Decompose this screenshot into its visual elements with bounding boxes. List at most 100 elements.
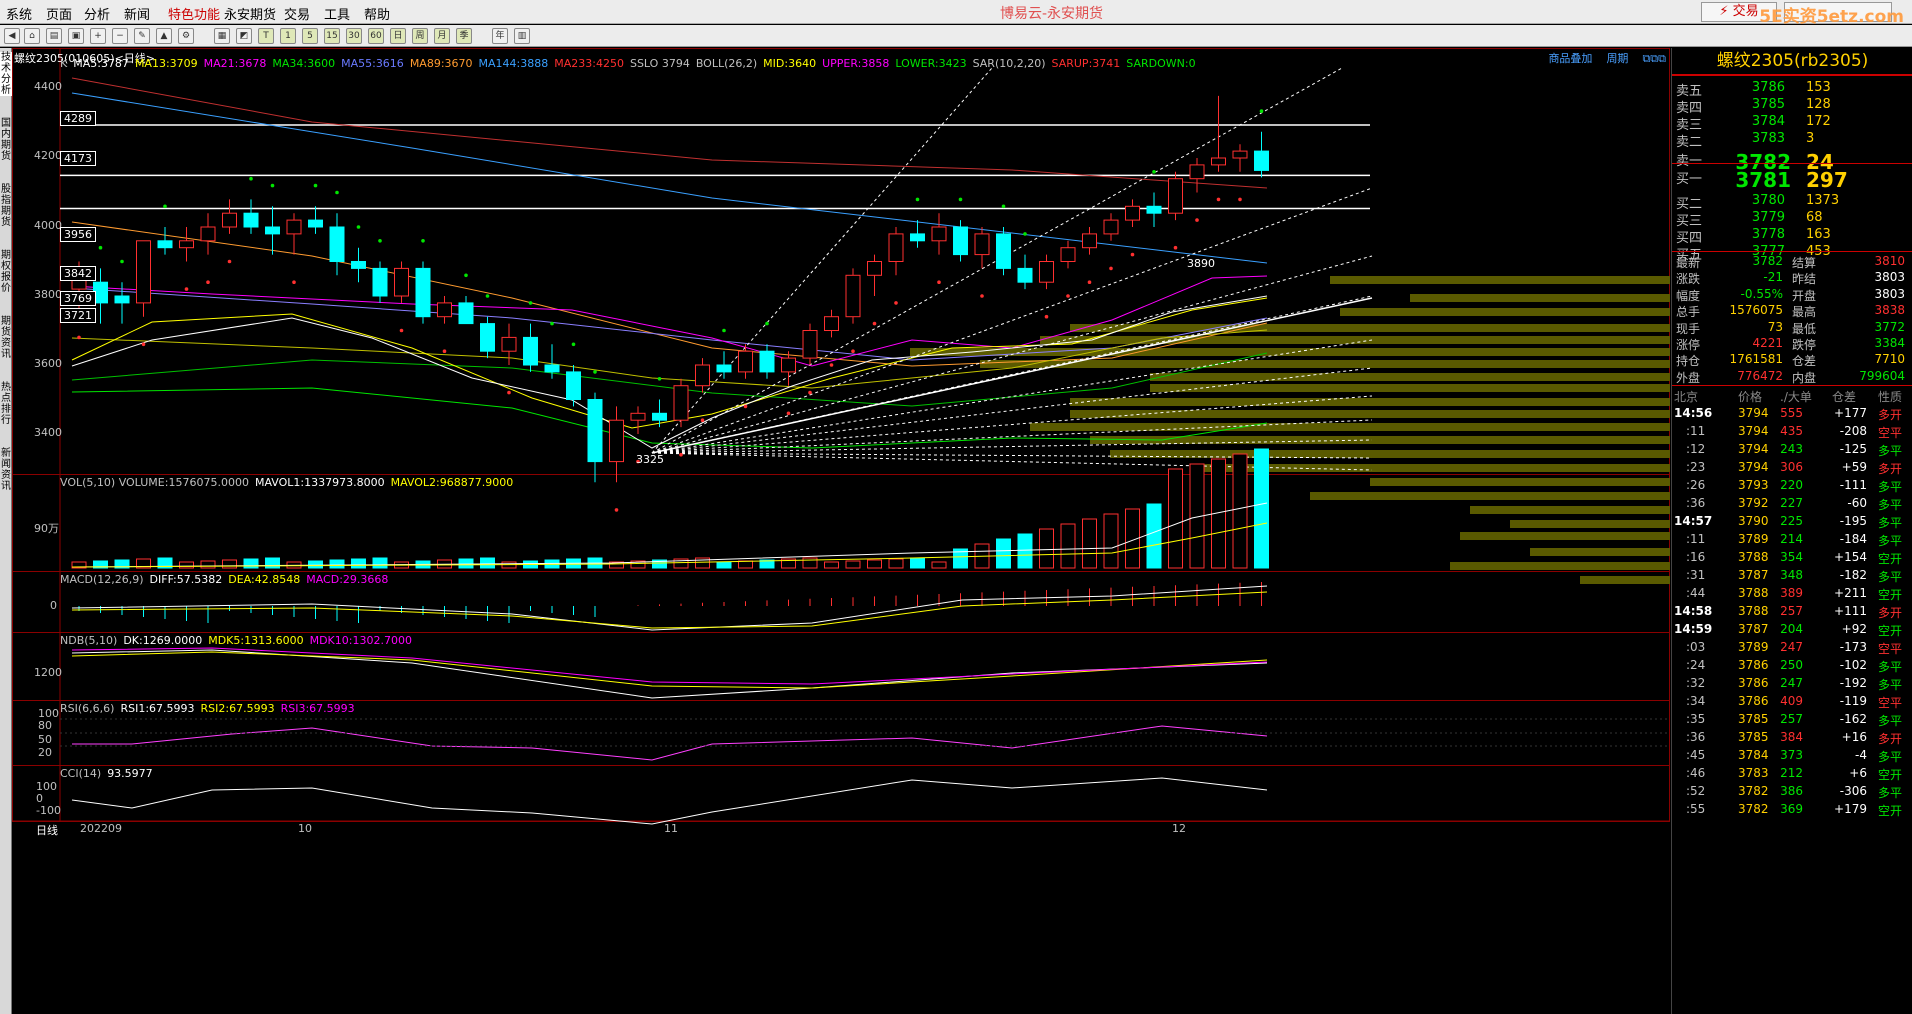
candle-body bbox=[888, 233, 904, 262]
menu-item-7[interactable]: 工具 bbox=[324, 4, 350, 23]
candle-body bbox=[716, 364, 732, 373]
sidebar-tab-6[interactable]: 新闻资讯 bbox=[0, 448, 12, 492]
menu-item-4[interactable]: 特色功能 bbox=[168, 4, 220, 23]
tick-header-cell: 价格 bbox=[1738, 390, 1763, 404]
menu-item-3[interactable]: 新闻 bbox=[124, 4, 150, 23]
open-icon[interactable]: ▤ bbox=[46, 28, 62, 44]
tick-oi-change: +59 bbox=[1841, 460, 1867, 474]
sidebar-tab-2[interactable]: 股指期货 bbox=[0, 184, 12, 228]
sar-dot bbox=[1130, 252, 1135, 257]
tick-volume: 250 bbox=[1780, 658, 1803, 672]
main-hdr-item-11: MID:3640 bbox=[763, 57, 817, 70]
sar-dot bbox=[894, 301, 898, 305]
min30-icon[interactable]: 30 bbox=[346, 28, 362, 44]
tick-icon[interactable]: T bbox=[258, 28, 274, 44]
sar-dot bbox=[335, 190, 339, 195]
min15-icon[interactable]: 15 bbox=[324, 28, 340, 44]
sar-dot bbox=[915, 197, 920, 202]
chart-icon[interactable]: ◩ bbox=[236, 28, 252, 44]
candle-body bbox=[501, 336, 517, 352]
tick-time: :46 bbox=[1686, 766, 1706, 780]
tick-oi-change: +16 bbox=[1841, 730, 1867, 744]
tick-volume: 243 bbox=[1780, 442, 1803, 456]
tick-header-cell: 仓差 bbox=[1832, 390, 1857, 404]
table-icon[interactable]: ▦ bbox=[214, 28, 230, 44]
volume-bar bbox=[1082, 518, 1097, 569]
stat-value: 3384 bbox=[1874, 336, 1905, 350]
toolbar: ◀ ⌂ ▤ ▣ + − ✎ ▲ ⚙ ▦ ◩ T 1 5 15 30 60 日周月季年 ▥ bbox=[0, 25, 1912, 47]
ask-row[interactable]: 卖一 3782 24 bbox=[1676, 150, 1909, 174]
zoom-out-icon[interactable]: − bbox=[112, 28, 128, 44]
bid-row[interactable]: 买一 3781 297 bbox=[1676, 168, 1909, 192]
stat-label: 涨跌 bbox=[1676, 272, 1701, 287]
candle-body bbox=[544, 364, 560, 373]
period-link[interactable]: 周期 bbox=[1606, 52, 1628, 65]
tick-time: :12 bbox=[1686, 442, 1706, 456]
tick-oi-change: -102 bbox=[1839, 658, 1867, 672]
bid-price: 3780 bbox=[1751, 193, 1785, 208]
zoom-in-icon[interactable]: + bbox=[90, 28, 106, 44]
candle-body bbox=[458, 302, 474, 325]
menu-item-1[interactable]: 页面 bbox=[46, 4, 72, 23]
main-hdr-item-16: SARDOWN:0 bbox=[1126, 57, 1196, 70]
tick-price: 3794 bbox=[1738, 442, 1769, 456]
stat-label: 外盘 bbox=[1676, 370, 1701, 385]
year-icon[interactable]: 年 bbox=[492, 28, 508, 44]
home-icon[interactable]: ⌂ bbox=[24, 28, 40, 44]
sidebar-tab-4[interactable]: 期货资讯 bbox=[0, 316, 12, 360]
bid-volume: 163 bbox=[1806, 227, 1831, 242]
overlay-link[interactable]: 商品叠加 bbox=[1548, 52, 1592, 65]
tick-price: 3789 bbox=[1738, 640, 1769, 654]
cci-line bbox=[71, 777, 1268, 825]
quarter-icon[interactable]: 季 bbox=[456, 28, 472, 44]
tick-row[interactable]: :55 3782 369 +179 空开 bbox=[1674, 802, 1911, 824]
lock-icon[interactable]: ▲ bbox=[156, 28, 172, 44]
volume-profile-bar bbox=[1410, 294, 1670, 302]
ndb-hdr-item-2: MDK5:1313.6000 bbox=[208, 634, 304, 647]
menu-item-0[interactable]: 系统 bbox=[6, 4, 32, 23]
min1-icon[interactable]: 1 bbox=[280, 28, 296, 44]
candle-body bbox=[286, 219, 302, 235]
ask-row[interactable]: 卖二 3783 3 bbox=[1676, 131, 1909, 151]
menu-item-6[interactable]: 交易 bbox=[284, 4, 310, 23]
sar-dot bbox=[786, 411, 791, 416]
sar-dot bbox=[184, 287, 189, 291]
chart-panel[interactable]: 螺纹2305(010605)<日线> 商品叠加 周期 ⧉⧉⧉ K MA5:3787… bbox=[12, 48, 1670, 1014]
tick-oi-change: +211 bbox=[1834, 586, 1867, 600]
sar-dot bbox=[356, 225, 361, 229]
min60-icon[interactable]: 60 bbox=[368, 28, 384, 44]
sar-dot bbox=[77, 335, 81, 340]
tick-oi-change: +154 bbox=[1834, 550, 1867, 564]
sidebar-tab-1[interactable]: 国内期货 bbox=[0, 118, 12, 162]
menu-item-2[interactable]: 分析 bbox=[84, 4, 110, 23]
sidebar-tab-5[interactable]: 热点排行 bbox=[0, 382, 12, 426]
main-hdr-item-3: MA21:3678 bbox=[203, 57, 267, 70]
volume-profile-bar bbox=[1150, 373, 1670, 381]
window-controls-icon[interactable]: ⧉⧉⧉ bbox=[1642, 52, 1666, 65]
volume-bar bbox=[200, 560, 216, 569]
main-hdr-item-7: MA144:3888 bbox=[478, 57, 549, 70]
menu-item-8[interactable]: 帮助 bbox=[364, 4, 390, 23]
week-icon[interactable]: 周 bbox=[412, 28, 428, 44]
min5-icon[interactable]: 5 bbox=[302, 28, 318, 44]
sidebar-tab-0[interactable]: 技术分析 bbox=[0, 52, 12, 96]
pen-icon[interactable]: ✎ bbox=[134, 28, 150, 44]
volume-bar bbox=[738, 560, 753, 569]
candle-body bbox=[308, 219, 323, 228]
back-icon[interactable]: ◀ bbox=[4, 28, 20, 44]
sidebar-tab-3[interactable]: 期权报价 bbox=[0, 250, 12, 294]
window-icon[interactable]: ▣ bbox=[68, 28, 84, 44]
ndb-hdr-item-3: MDK10:1302.7000 bbox=[309, 634, 412, 647]
main-indicator-header: K MA5:3787 MA13:3709 MA21:3678 MA34:3600 MA55… bbox=[60, 57, 1202, 70]
tick-volume: 409 bbox=[1780, 694, 1803, 708]
tick-volume: 354 bbox=[1780, 550, 1803, 564]
volume-header: VOL(5,10) VOLUME:1576075.0000 MAVOL1:1337… bbox=[60, 476, 519, 489]
tools-icon[interactable]: ⚙ bbox=[178, 28, 194, 44]
day-icon[interactable]: 日 bbox=[390, 28, 406, 44]
calc-icon[interactable]: ▥ bbox=[514, 28, 530, 44]
volume-bar bbox=[1146, 503, 1162, 569]
chart-canvas[interactable] bbox=[12, 48, 1670, 1014]
menu-item-5[interactable]: 永安期货 bbox=[224, 4, 276, 23]
month-icon[interactable]: 月 bbox=[434, 28, 450, 44]
volume-bar bbox=[1168, 468, 1183, 569]
